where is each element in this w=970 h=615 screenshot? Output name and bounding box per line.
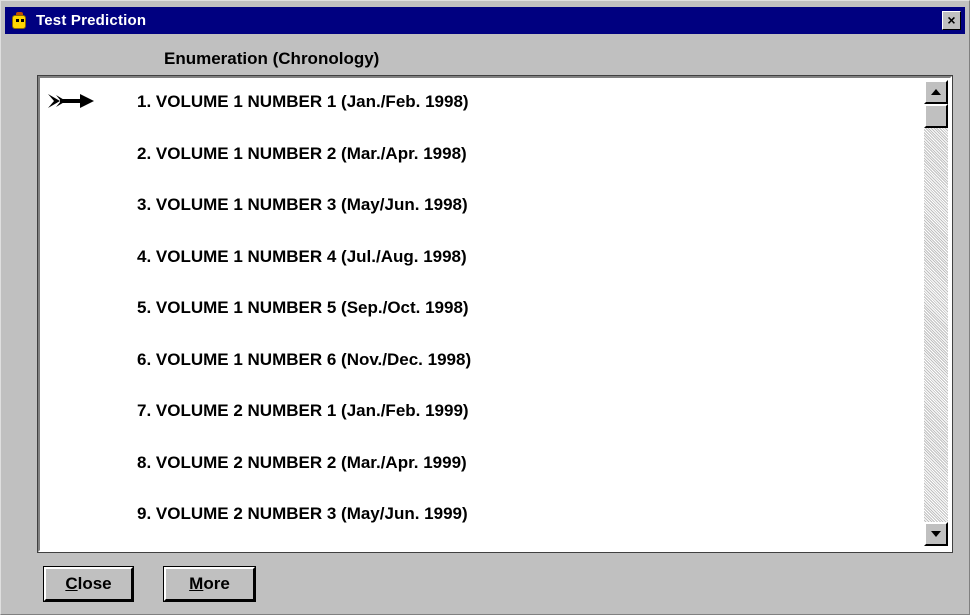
list-item[interactable]: 7. VOLUME 2 NUMBER 1 (Jan./Feb. 1999) xyxy=(42,397,922,437)
scroll-thumb[interactable] xyxy=(924,104,948,128)
list-item[interactable]: 4. VOLUME 1 NUMBER 4 (Jul./Aug. 1998) xyxy=(42,243,922,283)
close-button[interactable]: Close xyxy=(43,566,134,602)
close-window-button[interactable]: × xyxy=(942,11,961,30)
list-item[interactable]: 9. VOLUME 2 NUMBER 3 (May/Jun. 1999) xyxy=(42,500,922,540)
list-item-label: 8. VOLUME 2 NUMBER 2 (Mar./Apr. 1999) xyxy=(137,453,467,472)
list-items-area: 1. VOLUME 1 NUMBER 1 (Jan./Feb. 1998) 2. … xyxy=(42,80,922,546)
arrow-down-icon xyxy=(931,531,941,537)
list-item-label: 2. VOLUME 1 NUMBER 2 (Mar./Apr. 1998) xyxy=(137,144,467,163)
title-bar[interactable]: Test Prediction × xyxy=(5,7,965,34)
arrow-pointer-icon xyxy=(48,94,94,108)
list-item[interactable]: 6. VOLUME 1 NUMBER 6 (Nov./Dec. 1998) xyxy=(42,346,922,386)
list-item-label: 6. VOLUME 1 NUMBER 6 (Nov./Dec. 1998) xyxy=(137,350,472,369)
list-item-label: 9. VOLUME 2 NUMBER 3 (May/Jun. 1999) xyxy=(137,504,468,523)
list-item[interactable]: 2. VOLUME 1 NUMBER 2 (Mar./Apr. 1998) xyxy=(42,140,922,180)
close-button-label: lose xyxy=(77,574,112,593)
more-button-mnemonic: M xyxy=(189,574,204,593)
more-button-label: ore xyxy=(203,574,230,593)
list-item[interactable]: 3. VOLUME 1 NUMBER 3 (May/Jun. 1998) xyxy=(42,191,922,231)
app-icon xyxy=(11,11,28,30)
list-item-label: 7. VOLUME 2 NUMBER 1 (Jan./Feb. 1999) xyxy=(137,401,469,420)
column-header: Enumeration (Chronology) xyxy=(164,49,380,68)
list-item-label: 1. VOLUME 1 NUMBER 1 (Jan./Feb. 1998) xyxy=(137,92,469,111)
list-item[interactable]: 1. VOLUME 1 NUMBER 1 (Jan./Feb. 1998) xyxy=(42,88,922,128)
close-button-mnemonic: C xyxy=(65,574,78,593)
scroll-up-button[interactable] xyxy=(924,80,948,104)
list-item-label: 4. VOLUME 1 NUMBER 4 (Jul./Aug. 1998) xyxy=(137,247,467,266)
close-icon: × xyxy=(947,12,956,28)
arrow-up-icon xyxy=(931,89,941,95)
more-button[interactable]: More xyxy=(163,566,256,602)
window-title: Test Prediction xyxy=(36,12,147,29)
list-item-label: 5. VOLUME 1 NUMBER 5 (Sep./Oct. 1998) xyxy=(137,298,469,317)
list-item[interactable]: 5. VOLUME 1 NUMBER 5 (Sep./Oct. 1998) xyxy=(42,294,922,334)
enumeration-listbox[interactable]: 1. VOLUME 1 NUMBER 1 (Jan./Feb. 1998) 2. … xyxy=(37,75,953,553)
test-prediction-window: Test Prediction × Enumeration (Chronolog… xyxy=(0,0,970,615)
vertical-scrollbar[interactable] xyxy=(924,80,948,546)
scroll-down-button[interactable] xyxy=(924,522,948,546)
list-item[interactable]: 8. VOLUME 2 NUMBER 2 (Mar./Apr. 1999) xyxy=(42,449,922,489)
list-item-label: 3. VOLUME 1 NUMBER 3 (May/Jun. 1998) xyxy=(137,195,468,214)
